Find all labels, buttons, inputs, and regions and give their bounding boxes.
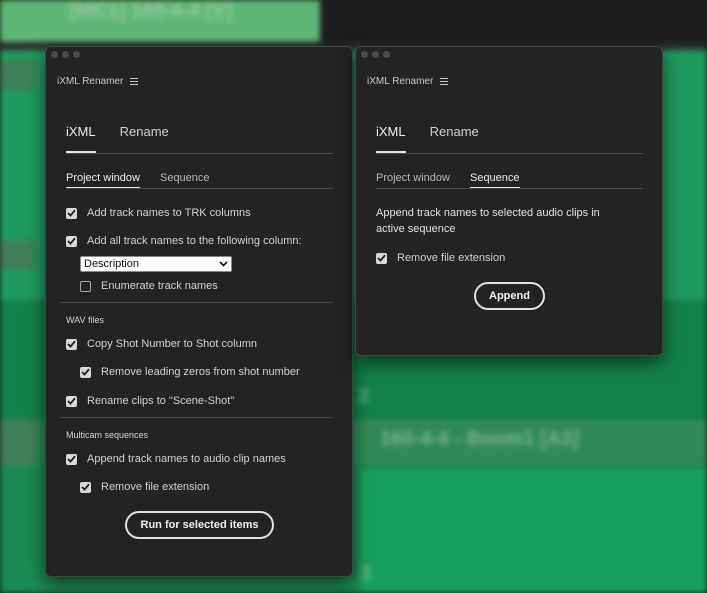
- checkbox-remove-ext-seq[interactable]: [376, 252, 387, 264]
- option-remove-zeros[interactable]: Remove leading zeros from shot number: [80, 366, 300, 378]
- panel-titlebar[interactable]: [356, 47, 662, 61]
- minimize-dot-icon[interactable]: [372, 51, 379, 58]
- panel-titlebar[interactable]: [46, 47, 352, 61]
- subtab-project-window[interactable]: Project window: [376, 172, 450, 189]
- maximize-dot-icon[interactable]: [383, 51, 390, 58]
- checkbox-add-all[interactable]: [66, 235, 77, 247]
- bg-track-number-a: 2: [358, 385, 370, 407]
- column-select[interactable]: Description: [80, 256, 232, 272]
- checkbox-copy-shot[interactable]: [66, 338, 77, 350]
- left-panel: iXML Renamer iXML Rename Project window …: [45, 46, 353, 577]
- option-rename-clips[interactable]: Rename clips to "Scene-Shot": [66, 395, 234, 407]
- hamburger-menu-icon[interactable]: [130, 78, 139, 85]
- option-append-names-label: Append track names to audio clip names: [87, 453, 286, 465]
- bg-track-number-b: 3: [360, 563, 372, 585]
- tab-rename[interactable]: Rename: [430, 124, 479, 153]
- checkbox-add-trk[interactable]: [66, 207, 77, 219]
- panel-title: iXML Renamer: [367, 76, 434, 87]
- close-dot-icon[interactable]: [51, 51, 58, 58]
- checkbox-remove-zeros[interactable]: [80, 366, 91, 378]
- panel-title: iXML Renamer: [57, 76, 124, 87]
- option-copy-shot-label: Copy Shot Number to Shot column: [87, 338, 257, 350]
- section-multicam: Multicam sequences: [66, 430, 149, 440]
- subtab-sequence[interactable]: Sequence: [160, 172, 210, 189]
- minimize-dot-icon[interactable]: [62, 51, 69, 58]
- subtab-sequence[interactable]: Sequence: [469, 172, 520, 189]
- append-button[interactable]: Append: [474, 282, 545, 310]
- tab-ixml[interactable]: iXML: [376, 124, 406, 153]
- bg-clip-label-mid: 160-4-4 - Boom1 [A3]: [380, 428, 579, 450]
- option-remove-ext-seq-label: Remove file extension: [397, 252, 506, 264]
- option-remove-ext-seq[interactable]: Remove file extension: [376, 252, 505, 264]
- hamburger-menu-icon[interactable]: [440, 78, 449, 85]
- option-copy-shot[interactable]: Copy Shot Number to Shot column: [66, 338, 257, 350]
- checkbox-append-names[interactable]: [66, 453, 77, 465]
- option-enumerate[interactable]: Enumerate track names: [80, 280, 218, 292]
- maximize-dot-icon[interactable]: [73, 51, 80, 58]
- subtab-project-window[interactable]: Project window: [66, 172, 140, 189]
- option-remove-ext-label: Remove file extension: [101, 481, 210, 493]
- checkbox-rename-clips[interactable]: [66, 395, 77, 407]
- section-wav-files: WAV files: [66, 315, 105, 325]
- option-rename-clips-label: Rename clips to "Scene-Shot": [87, 395, 235, 407]
- option-remove-zeros-label: Remove leading zeros from shot number: [101, 366, 300, 378]
- bg-clip-label-top: [MC1] 160-4-4 [V]: [70, 0, 233, 22]
- column-select-value: Description: [84, 258, 140, 270]
- chevron-down-icon: [219, 261, 228, 267]
- tab-rename[interactable]: Rename: [120, 124, 169, 153]
- close-dot-icon[interactable]: [361, 51, 368, 58]
- tab-ixml[interactable]: iXML: [66, 124, 96, 153]
- checkbox-remove-ext[interactable]: [80, 481, 91, 493]
- run-for-selected-button[interactable]: Run for selected items: [125, 511, 274, 539]
- option-add-all-label: Add all track names to the following col…: [87, 235, 302, 247]
- checkbox-enumerate[interactable]: [80, 280, 91, 292]
- option-add-trk[interactable]: Add track names to TRK columns: [66, 207, 251, 219]
- option-append-names[interactable]: Append track names to audio clip names: [66, 453, 286, 465]
- sequence-description: Append track names to selected audio cli…: [376, 207, 600, 235]
- option-add-all[interactable]: Add all track names to the following col…: [66, 235, 302, 247]
- option-remove-ext[interactable]: Remove file extension: [80, 481, 209, 493]
- option-enumerate-label: Enumerate track names: [101, 280, 218, 292]
- option-add-trk-label: Add track names to TRK columns: [87, 207, 251, 219]
- right-panel: iXML Renamer iXML Rename Project window …: [355, 46, 663, 356]
